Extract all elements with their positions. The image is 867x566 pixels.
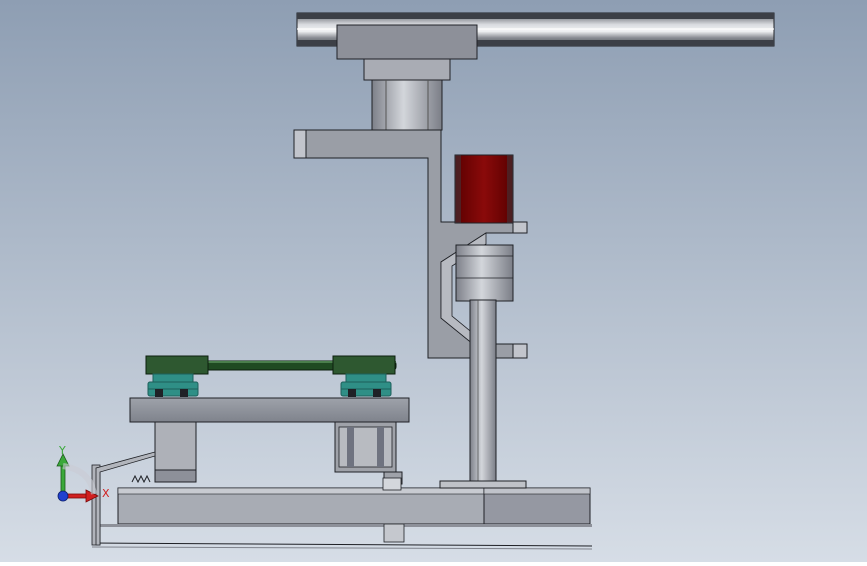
vertical-shaft[interactable] <box>469 299 497 486</box>
carriage-flange <box>363 58 451 81</box>
lower-shaft-end <box>383 523 405 543</box>
lower-coupling <box>382 477 402 491</box>
model-canvas[interactable]: Y X <box>0 0 867 562</box>
bearing-housing[interactable] <box>455 244 514 302</box>
cad-viewport[interactable]: Y X <box>0 0 867 562</box>
vertical-column[interactable] <box>371 79 443 131</box>
triad-z-axis <box>57 490 69 502</box>
pulley-base-plate[interactable] <box>129 397 410 423</box>
triad-y-label: Y <box>58 444 66 457</box>
rail-carriage[interactable] <box>336 24 478 60</box>
shaft-base-collar <box>439 480 527 489</box>
triad-x-label: X <box>102 487 110 500</box>
red-motor[interactable] <box>454 154 514 224</box>
